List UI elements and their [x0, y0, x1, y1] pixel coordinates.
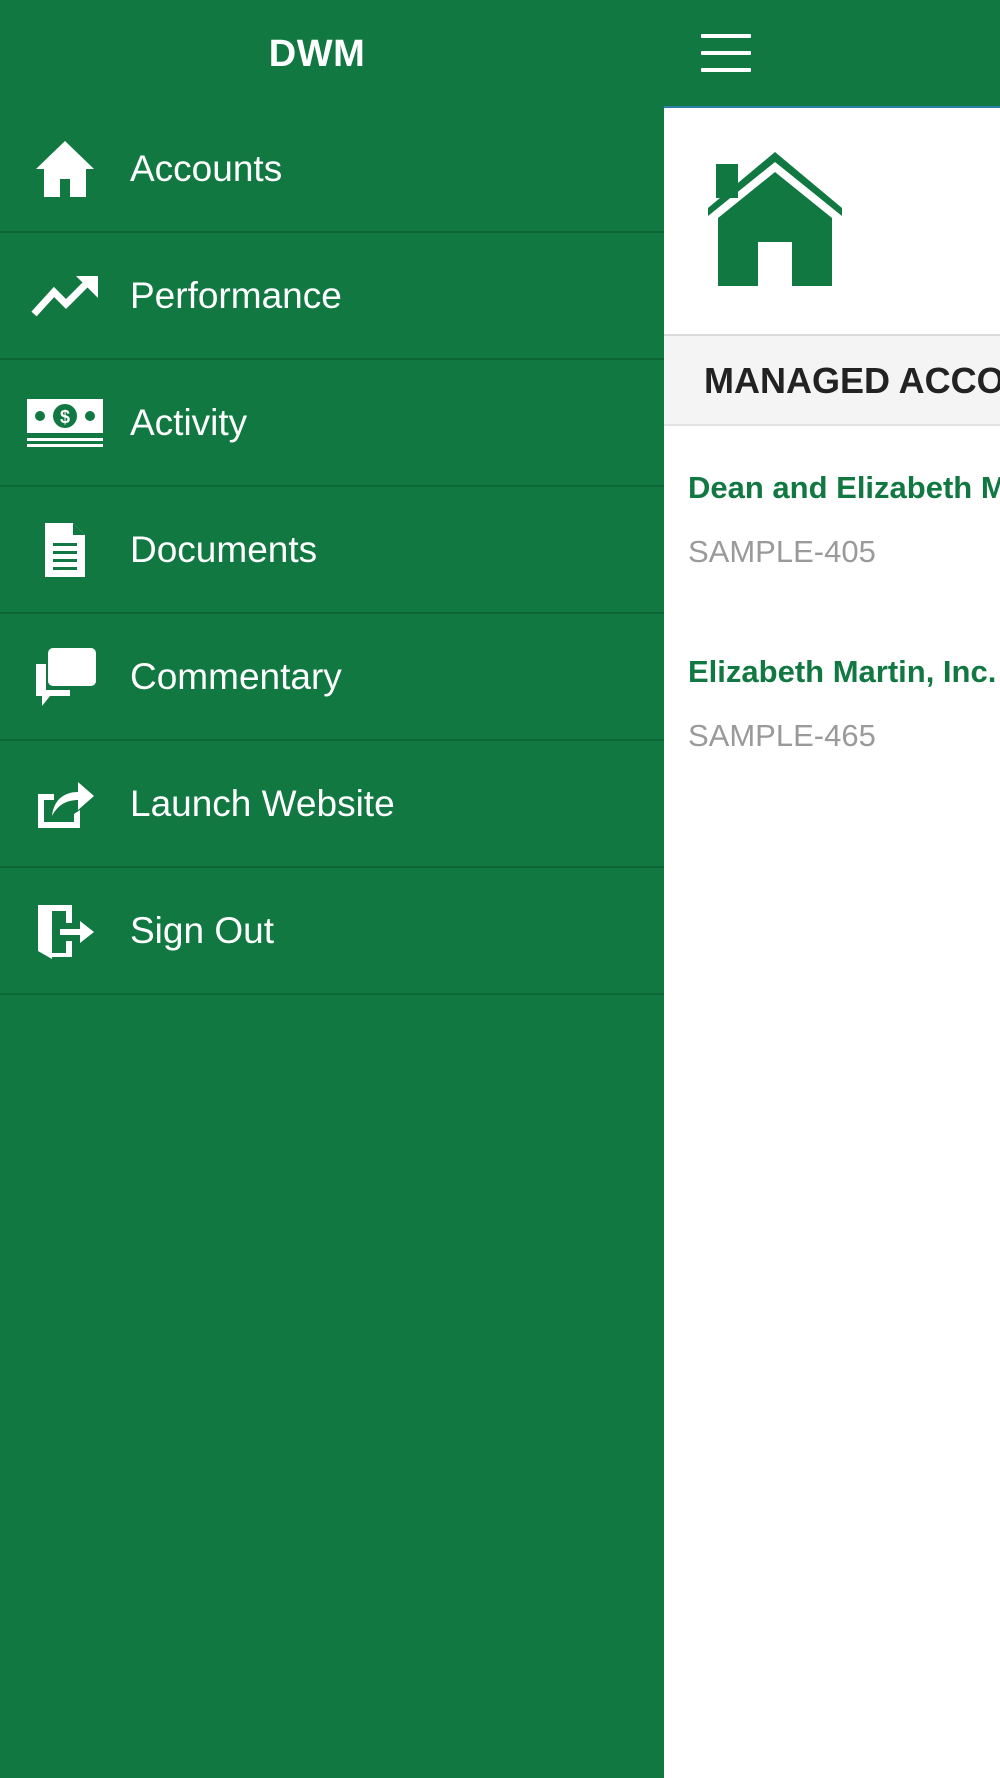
menu-item-accounts[interactable]: Accounts	[0, 106, 664, 233]
account-item[interactable]: Elizabeth Martin, Inc. SAMPLE-465	[664, 654, 1000, 764]
menu-item-label: Documents	[130, 528, 318, 570]
section-title: MANAGED ACCOUNTS	[704, 360, 1000, 401]
document-icon	[0, 486, 130, 613]
comments-icon	[0, 613, 130, 740]
menu-item-activity[interactable]: $ Activity	[0, 360, 664, 487]
account-name: Dean and Elizabeth Martin	[688, 470, 1000, 505]
menu-item-sign-out[interactable]: Sign Out	[0, 868, 664, 995]
hamburger-menu-icon[interactable]	[701, 34, 751, 72]
share-icon	[0, 740, 130, 867]
account-id: SAMPLE-405	[688, 534, 876, 569]
navigation-drawer: DWM Accounts Performance $ Activity Docu…	[0, 0, 664, 1778]
menu-item-label: Sign Out	[130, 909, 274, 951]
home-icon	[0, 105, 130, 232]
menu-item-label: Accounts	[130, 147, 283, 189]
money-icon: $	[0, 359, 130, 486]
section-header: MANAGED ACCOUNTS	[664, 336, 1000, 426]
account-name: Elizabeth Martin, Inc.	[688, 654, 997, 689]
top-bar	[664, 0, 1000, 108]
svg-text:$: $	[60, 407, 70, 427]
accounts-hero	[664, 108, 1000, 336]
menu-item-commentary[interactable]: Commentary	[0, 614, 664, 741]
menu-item-label: Performance	[130, 274, 342, 316]
menu-item-label: Commentary	[130, 655, 342, 697]
menu-item-label: Activity	[130, 401, 248, 443]
account-item[interactable]: Dean and Elizabeth Martin SAMPLE-405	[664, 470, 1000, 580]
main-panel: MANAGED ACCOUNTS Dean and Elizabeth Mart…	[664, 0, 1000, 1778]
home-icon	[706, 150, 844, 295]
menu-item-label: Launch Website	[130, 782, 395, 824]
menu-item-performance[interactable]: Performance	[0, 233, 664, 360]
trend-up-icon	[0, 232, 130, 359]
app-title: DWM	[268, 32, 366, 75]
menu-item-documents[interactable]: Documents	[0, 487, 664, 614]
menu-item-launch-website[interactable]: Launch Website	[0, 741, 664, 868]
drawer-menu: Accounts Performance $ Activity Document…	[0, 106, 664, 995]
sign-out-icon	[0, 867, 130, 994]
account-id: SAMPLE-465	[688, 718, 876, 753]
